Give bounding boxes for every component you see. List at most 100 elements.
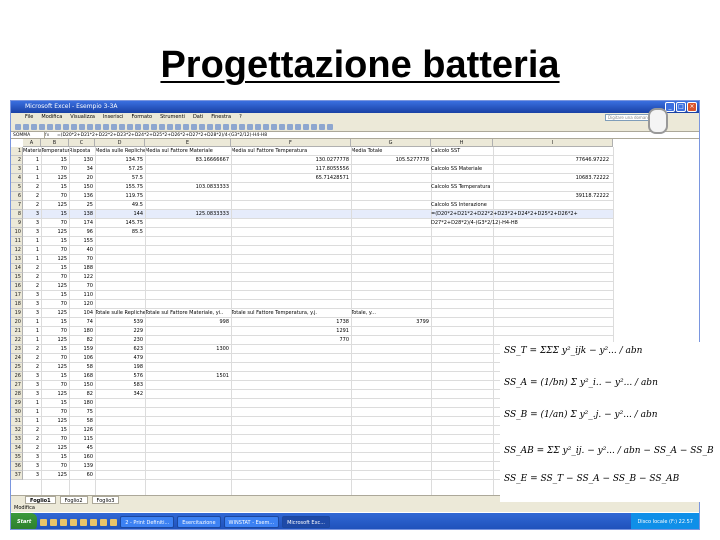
table-cell[interactable]: 150: [69, 183, 95, 192]
row-header[interactable]: 25: [11, 363, 23, 372]
table-cell[interactable]: 85.5: [95, 228, 145, 237]
table-cell[interactable]: 70: [41, 435, 69, 444]
toolbar-button-icon[interactable]: [319, 123, 325, 130]
table-cell[interactable]: 2: [23, 363, 41, 372]
table-cell[interactable]: 479: [95, 354, 145, 363]
table-cell[interactable]: 115: [69, 435, 95, 444]
table-cell[interactable]: Totale, y...: [351, 309, 431, 318]
table-cell[interactable]: 3799: [351, 318, 431, 327]
table-cell[interactable]: 15: [41, 453, 69, 462]
table-cell[interactable]: Media sul Fattore Materiale: [145, 147, 231, 156]
table-cell[interactable]: 2: [23, 192, 41, 201]
table-cell[interactable]: 126: [69, 426, 95, 435]
table-cell[interactable]: 188: [69, 264, 95, 273]
toolbar-button-icon[interactable]: [263, 123, 269, 130]
toolbar-button-icon[interactable]: [119, 123, 125, 130]
quicklaunch-icon[interactable]: [80, 518, 88, 526]
row-header[interactable]: 9: [11, 219, 23, 228]
row-header[interactable]: 22: [11, 336, 23, 345]
table-cell[interactable]: 130: [69, 156, 95, 165]
table-cell[interactable]: 119.75: [95, 192, 145, 201]
table-cell[interactable]: 125: [41, 228, 69, 237]
table-cell[interactable]: 229: [95, 327, 145, 336]
toolbar-button-icon[interactable]: [303, 123, 309, 130]
table-cell[interactable]: =(D20*2+D21*2+D22*2+D23*2+D24*2+D25*2+D2…: [431, 210, 611, 219]
table-cell[interactable]: 3: [23, 300, 41, 309]
table-cell[interactable]: Calcolo SS Materiale: [431, 165, 611, 174]
table-cell[interactable]: 15: [41, 156, 69, 165]
table-cell[interactable]: 60: [69, 471, 95, 480]
table-cell[interactable]: 45: [69, 444, 95, 453]
column-header[interactable]: F: [231, 139, 351, 147]
table-cell[interactable]: 160: [69, 453, 95, 462]
menu-item[interactable]: Finestra: [211, 113, 231, 122]
table-cell[interactable]: 180: [69, 327, 95, 336]
row-header[interactable]: 6: [11, 192, 23, 201]
table-cell[interactable]: 34: [69, 165, 95, 174]
table-cell[interactable]: 125: [41, 255, 69, 264]
toolbar-button-icon[interactable]: [207, 123, 213, 130]
table-cell[interactable]: 83.16666667: [145, 156, 231, 165]
table-cell[interactable]: 110: [69, 291, 95, 300]
table-cell[interactable]: 2: [23, 444, 41, 453]
row-header[interactable]: 4: [11, 174, 23, 183]
table-cell[interactable]: 1: [23, 156, 41, 165]
row-header[interactable]: 29: [11, 399, 23, 408]
table-cell[interactable]: 70: [41, 300, 69, 309]
row-header[interactable]: 13: [11, 255, 23, 264]
table-cell[interactable]: 70: [41, 462, 69, 471]
table-cell[interactable]: 342: [95, 390, 145, 399]
row-header[interactable]: 24: [11, 354, 23, 363]
table-cell[interactable]: 1: [23, 327, 41, 336]
row-header[interactable]: 37: [11, 471, 23, 480]
table-cell[interactable]: Materiale: [23, 147, 41, 156]
table-cell[interactable]: 77646.97222: [431, 156, 611, 165]
taskbar-task[interactable]: 2 - Print Definiti...: [120, 516, 175, 528]
toolbar-button-icon[interactable]: [111, 123, 117, 130]
table-cell[interactable]: 20: [69, 174, 95, 183]
table-cell[interactable]: 2: [23, 282, 41, 291]
menu-item[interactable]: Modifica: [41, 113, 62, 122]
table-cell[interactable]: 2: [23, 273, 41, 282]
quicklaunch-icon[interactable]: [50, 518, 58, 526]
toolbar-button-icon[interactable]: [215, 123, 221, 130]
table-cell[interactable]: 125: [41, 174, 69, 183]
row-header[interactable]: 32: [11, 426, 23, 435]
table-cell[interactable]: 134.75: [95, 156, 145, 165]
toolbar-button-icon[interactable]: [151, 123, 157, 130]
table-cell[interactable]: 58: [69, 363, 95, 372]
toolbar-button-icon[interactable]: [271, 123, 277, 130]
table-cell[interactable]: Totale sul Fattore Materiale, yi..: [145, 309, 231, 318]
table-cell[interactable]: 1: [23, 336, 41, 345]
toolbar-button-icon[interactable]: [15, 123, 21, 130]
taskbar-task[interactable]: Microsoft Exc...: [282, 516, 330, 528]
menu-item[interactable]: Visualizza: [70, 113, 95, 122]
table-cell[interactable]: 10683.72222: [431, 174, 611, 183]
row-header[interactable]: 17: [11, 291, 23, 300]
table-cell[interactable]: 1: [23, 408, 41, 417]
table-cell[interactable]: 74: [69, 318, 95, 327]
tab-foglio3[interactable]: Foglio3: [91, 496, 120, 504]
row-header[interactable]: 34: [11, 444, 23, 453]
toolbar-button-icon[interactable]: [143, 123, 149, 130]
menu-item[interactable]: ?: [239, 113, 242, 122]
table-cell[interactable]: 1738: [231, 318, 351, 327]
toolbar-button-icon[interactable]: [175, 123, 181, 130]
toolbar-button-icon[interactable]: [167, 123, 173, 130]
toolbar-button-icon[interactable]: [311, 123, 317, 130]
table-cell[interactable]: 1: [23, 399, 41, 408]
menu-item[interactable]: File: [25, 113, 33, 122]
table-cell[interactable]: 998: [145, 318, 231, 327]
table-cell[interactable]: 1291: [231, 327, 351, 336]
toolbar-button-icon[interactable]: [55, 123, 61, 130]
table-cell[interactable]: 70: [41, 192, 69, 201]
table-cell[interactable]: 125: [41, 201, 69, 210]
row-header[interactable]: 20: [11, 318, 23, 327]
toolbar-button-icon[interactable]: [287, 123, 293, 130]
table-cell[interactable]: 198: [95, 363, 145, 372]
row-header[interactable]: 11: [11, 237, 23, 246]
table-cell[interactable]: 155.75: [95, 183, 145, 192]
toolbar-button-icon[interactable]: [295, 123, 301, 130]
table-cell[interactable]: 15: [41, 372, 69, 381]
toolbar-button-icon[interactable]: [23, 123, 29, 130]
